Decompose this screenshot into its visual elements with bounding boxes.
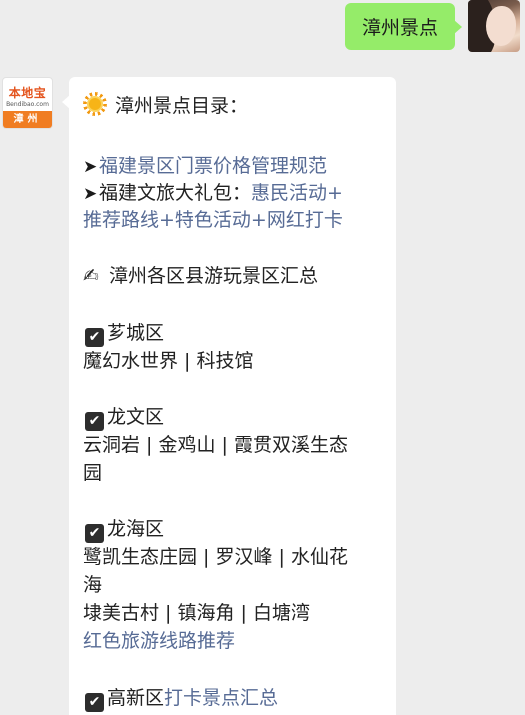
district-heading: ✔ 高新区打卡景点汇总 [83,685,388,712]
pack-prefix: 福建文旅大礼包： [99,182,252,204]
bot-avatar[interactable]: 本地宝 Bendibao.com 漳州 [2,77,53,129]
checkbox-icon: ✔ [85,412,104,431]
checkbox-icon: ✔ [85,693,104,712]
link-pack-part1[interactable]: 惠民活动+ [251,182,343,204]
district-name: 龙文区 [107,406,165,428]
district-spots: 埭美古村 | 镇海角 | 白塘湾 [83,602,310,624]
user-avatar[interactable] [468,0,520,52]
checkbox-icon: ✔ [85,524,104,543]
outgoing-message-bubble[interactable]: 漳州景点 [344,3,463,50]
district-name: 高新区 [107,687,165,709]
summary-line: ✍ 漳州各区县游玩景区汇总 [83,263,388,290]
arrow-icon: ➤ [83,157,98,177]
outgoing-message-text: 漳州景点 [361,17,438,39]
district-heading: ✔ 芗城区 [83,320,388,347]
district-spots: 鹭凯生态庄园 | 罗汉峰 | 水仙花 [83,546,348,568]
writing-hand-icon: ✍ [83,265,99,287]
district-name: 龙海区 [107,518,165,540]
district-name: 芗城区 [107,322,165,344]
incoming-message-bubble: 漳州景点目录： ➤福建景区门票价格管理规范 ➤福建文旅大礼包：惠民活动+ 推荐路… [62,77,396,715]
district-heading: ✔ 龙海区 [83,516,388,543]
link-ticket-rules[interactable]: 福建景区门票价格管理规范 [99,155,327,177]
link-red-tourism[interactable]: 红色旅游线路推荐 [83,628,388,655]
logo-site: Bendibao.com [6,101,49,108]
sun-icon [83,92,107,116]
link-checkin-spots[interactable]: 打卡景点汇总 [164,687,278,709]
summary-text: 漳州各区县游玩景区汇总 [109,265,319,287]
message-title: 漳州景点目录： [115,95,249,117]
link-pack-part2[interactable]: 推荐路线+特色活动+网红打卡 [83,209,343,231]
district-spots: 园 [83,462,103,484]
arrow-icon: ➤ [83,184,98,204]
message-title-line: 漳州景点目录： [83,92,388,120]
logo-city: 漳州 [3,111,52,128]
district-spots: 海 [83,574,103,596]
district-heading: ✔ 龙文区 [83,404,388,431]
district-spots: 魔幻水世界 | 科技馆 [83,350,254,372]
logo-text: 本地宝 [8,86,47,100]
pack-line-2: 推荐路线+特色活动+网红打卡 [83,207,388,234]
checkbox-icon: ✔ [85,328,104,347]
chat-window: 漳州景点 本地宝 Bendibao.com 漳州 漳州景点目录： ➤福建景区门票… [0,0,525,715]
pack-line: ➤福建文旅大礼包：惠民活动+ [83,180,388,208]
link-line: ➤福建景区门票价格管理规范 [83,153,388,181]
district-spots: 云洞岩 | 金鸡山 | 霞贯双溪生态 [83,434,348,456]
